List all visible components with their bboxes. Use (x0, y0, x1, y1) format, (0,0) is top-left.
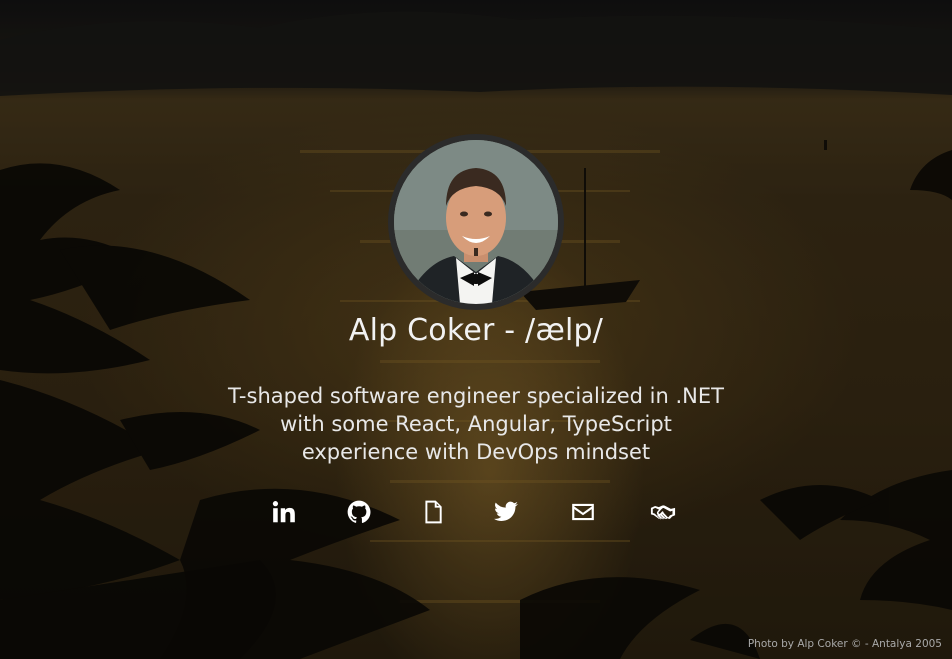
avatar (388, 134, 564, 310)
handshake-icon (650, 505, 676, 520)
hero: Alp Coker - /ælp/ T-shaped software engi… (0, 0, 952, 659)
tagline-line: experience with DevOps mindset (301, 440, 651, 464)
github-icon (347, 500, 371, 523)
twitter-link[interactable] (488, 494, 524, 530)
profile-tagline: T-shaped software engineer specialized i… (196, 382, 756, 466)
avatar-photo (394, 140, 558, 304)
envelope-icon (572, 503, 594, 521)
photo-credit: Photo by Alp Coker © - Antalya 2005 (747, 638, 942, 650)
twitter-icon (494, 501, 518, 521)
linkedin-link[interactable] (266, 494, 302, 530)
linkedin-icon (272, 501, 295, 523)
profile-name: Alp Coker - /ælp/ (348, 313, 604, 348)
hire-link[interactable] (645, 494, 681, 530)
github-link[interactable] (341, 494, 377, 530)
resume-link[interactable] (415, 494, 451, 530)
email-link[interactable] (565, 494, 601, 530)
document-icon (425, 500, 442, 524)
tagline-line: T-shaped software engineer specialized i… (228, 384, 724, 408)
tagline-line: with some React, Angular, TypeScript (280, 412, 672, 436)
social-links (0, 494, 952, 530)
